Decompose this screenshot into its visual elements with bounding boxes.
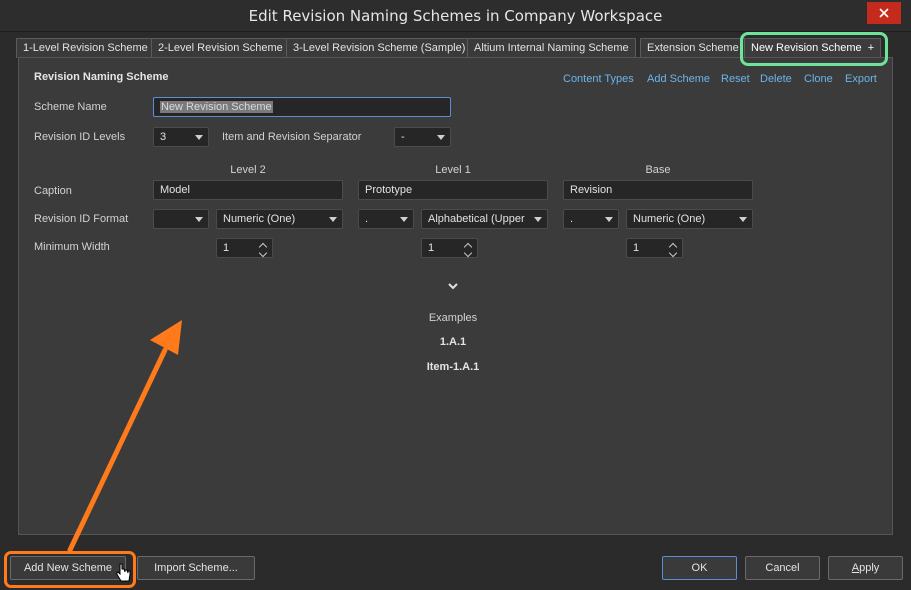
tab-altium-internal[interactable]: Altium Internal Naming Scheme	[467, 38, 636, 58]
import-scheme-button[interactable]: Import Scheme...	[137, 556, 255, 580]
export-link[interactable]: Export	[845, 73, 877, 85]
scheme-panel	[18, 57, 893, 535]
base-width-stepper[interactable]: 1	[626, 238, 683, 258]
content-types-link[interactable]: Content Types	[563, 73, 634, 85]
tab-highlight-outline	[740, 32, 888, 66]
base-separator-value: .	[570, 213, 574, 225]
separator-label: Item and Revision Separator	[222, 131, 362, 143]
chevron-down-icon	[400, 217, 408, 222]
tab-2-level[interactable]: 2-Level Revision Scheme	[151, 38, 290, 58]
base-header: Base	[645, 164, 671, 176]
chevron-down-icon[interactable]	[668, 248, 678, 258]
apply-mnemonic: A	[851, 562, 860, 574]
separator-value: -	[401, 131, 405, 143]
cancel-button[interactable]: Cancel	[745, 556, 820, 580]
add-scheme-link[interactable]: Add Scheme	[647, 73, 710, 85]
base-caption-input[interactable]: Revision	[563, 180, 753, 200]
clone-link[interactable]: Clone	[804, 73, 833, 85]
apply-button[interactable]: Apply	[828, 556, 903, 580]
ok-button[interactable]: OK	[662, 556, 737, 580]
level-2-width-stepper[interactable]: 1	[216, 238, 273, 258]
level-1-header: Level 1	[435, 164, 471, 176]
revision-id-format-label: Revision ID Format	[34, 213, 129, 225]
section-title: Revision Naming Scheme	[34, 71, 169, 83]
tab-3-level-sample[interactable]: 3-Level Revision Scheme (Sample)	[286, 38, 473, 58]
level-1-width-stepper[interactable]: 1	[421, 238, 478, 258]
base-separator-select[interactable]: .	[563, 209, 619, 229]
level-1-format-value: Alphabetical (Upper	[428, 213, 525, 225]
example-item: Item-1.A.1	[426, 361, 480, 373]
chevron-down-icon[interactable]	[463, 248, 473, 258]
level-1-separator-value: .	[365, 213, 369, 225]
revision-id-levels-value: 3	[160, 131, 167, 143]
level-1-caption-input[interactable]: Prototype	[358, 180, 548, 200]
apply-label: pply	[859, 562, 880, 574]
chevron-down-icon	[739, 217, 747, 222]
scheme-name-value: New Revision Scheme	[160, 101, 273, 113]
hand-cursor-icon	[115, 563, 131, 582]
chevron-down-icon	[534, 217, 542, 222]
title-bar: Edit Revision Naming Schemes in Company …	[0, 0, 911, 32]
revision-id-levels-select[interactable]: 3	[153, 127, 209, 147]
level-2-caption-input[interactable]: Model	[153, 180, 343, 200]
expand-chevron-icon[interactable]	[447, 282, 459, 291]
delete-link[interactable]: Delete	[760, 73, 792, 85]
tab-1-level[interactable]: 1-Level Revision Scheme	[16, 38, 155, 58]
level-1-separator-select[interactable]: .	[358, 209, 414, 229]
reset-link[interactable]: Reset	[721, 73, 750, 85]
scheme-name-input[interactable]: New Revision Scheme	[153, 97, 451, 117]
window-title: Edit Revision Naming Schemes in Company …	[248, 7, 663, 25]
chevron-down-icon	[195, 135, 203, 140]
chevron-down-icon	[195, 217, 203, 222]
example-item: 1.A.1	[439, 336, 467, 348]
level-2-width-value: 1	[223, 242, 230, 254]
chevron-down-icon	[329, 217, 337, 222]
level-2-format-value: Numeric (One)	[223, 213, 296, 225]
base-width-value: 1	[633, 242, 640, 254]
close-button[interactable]	[867, 2, 901, 24]
revision-id-levels-label: Revision ID Levels	[34, 131, 126, 143]
separator-select[interactable]: -	[394, 127, 451, 147]
chevron-down-icon	[605, 217, 613, 222]
base-format-value: Numeric (One)	[633, 213, 706, 225]
level-2-header: Level 2	[230, 164, 266, 176]
close-icon	[879, 8, 889, 18]
tab-extension[interactable]: Extension Scheme	[640, 38, 746, 58]
level-2-format-select[interactable]: Numeric (One)	[216, 209, 343, 229]
minimum-width-label: Minimum Width	[34, 241, 110, 253]
scheme-name-label: Scheme Name	[34, 101, 107, 113]
base-format-select[interactable]: Numeric (One)	[626, 209, 753, 229]
caption-label: Caption	[34, 185, 72, 197]
examples-title: Examples	[428, 312, 478, 324]
chevron-down-icon	[437, 135, 445, 140]
chevron-down-icon[interactable]	[258, 248, 268, 258]
level-2-separator-select[interactable]	[153, 209, 209, 229]
level-1-format-select[interactable]: Alphabetical (Upper	[421, 209, 548, 229]
level-1-width-value: 1	[428, 242, 435, 254]
